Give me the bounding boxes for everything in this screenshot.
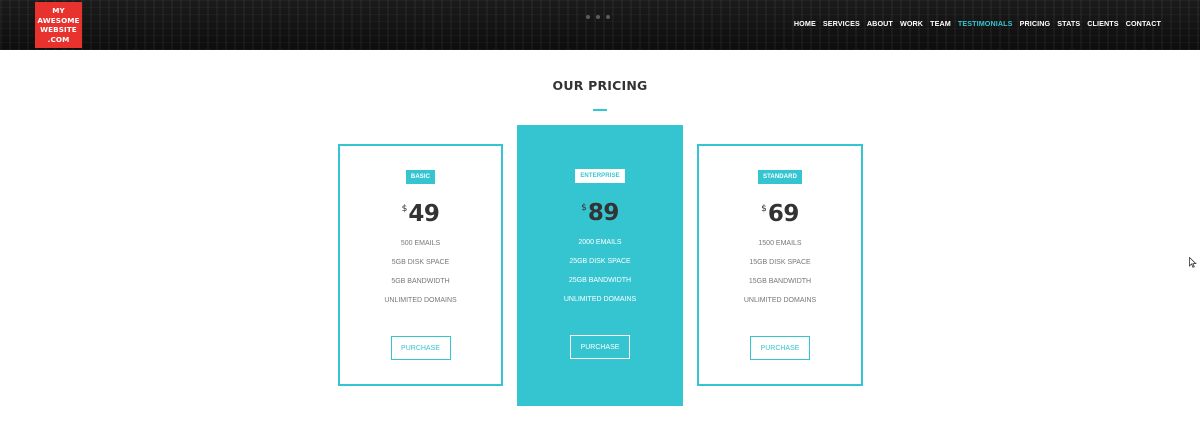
logo-text: MY AWESOME WEBSITE .COM <box>37 6 80 44</box>
purchase-button[interactable]: PURCHASE <box>570 335 630 359</box>
feature-item: 15GB BANDWIDTH <box>748 278 812 285</box>
feature-item: UNLIMITED DOMAINS <box>384 297 457 304</box>
currency-symbol: $ <box>581 203 587 213</box>
feature-item: UNLIMITED DOMAINS <box>743 297 817 304</box>
top-navbar: MY AWESOME WEBSITE .COM HOME SERVICES AB… <box>0 0 1200 50</box>
plan-price: $ 89 <box>581 200 619 226</box>
nav-item-stats[interactable]: STATS <box>1057 19 1080 29</box>
slider-dot[interactable] <box>606 15 610 19</box>
currency-symbol: $ <box>761 204 767 214</box>
purchase-button[interactable]: PURCHASE <box>750 336 810 360</box>
section-title: OUR PRICING <box>552 78 648 93</box>
nav-item-clients[interactable]: CLIENTS <box>1087 19 1118 29</box>
nav-item-pricing[interactable]: PRICING <box>1020 19 1051 29</box>
feature-item: 5GB BANDWIDTH <box>391 278 450 285</box>
main-nav: HOME SERVICES ABOUT WORK TEAM TESTIMONIA… <box>794 19 1161 29</box>
nav-item-contact[interactable]: CONTACT <box>1126 19 1161 29</box>
slider-dots <box>586 15 610 19</box>
slider-dot[interactable] <box>596 15 600 19</box>
plan-price: $ 49 <box>402 201 440 227</box>
plan-badge: BASIC <box>405 170 436 184</box>
feature-item: 1500 EMAILS <box>758 240 802 247</box>
title-underline <box>593 109 607 111</box>
pricing-card-standard: STANDARD $ 69 1500 EMAILS 15GB DISK SPAC… <box>697 144 863 386</box>
feature-list: 1500 EMAILS 15GB DISK SPACE 15GB BANDWID… <box>744 239 816 315</box>
purchase-button[interactable]: PURCHASE <box>390 336 451 360</box>
price-amount: 49 <box>408 201 440 227</box>
plan-badge: ENTERPRISE <box>575 169 625 183</box>
feature-item: 25GB DISK SPACE <box>569 258 631 265</box>
plan-price: $ 69 <box>761 201 799 227</box>
feature-item: 15GB DISK SPACE <box>749 259 811 266</box>
nav-item-about[interactable]: ABOUT <box>867 19 893 29</box>
feature-item: 5GB DISK SPACE <box>391 259 450 266</box>
plan-badge: STANDARD <box>757 170 803 184</box>
site-logo[interactable]: MY AWESOME WEBSITE .COM <box>35 2 82 48</box>
nav-item-services[interactable]: SERVICES <box>823 19 860 29</box>
pricing-card-enterprise: ENTERPRISE $ 89 2000 EMAILS 25GB DISK SP… <box>517 125 683 406</box>
feature-item: 25GB BANDWIDTH <box>568 277 632 284</box>
nav-item-work[interactable]: WORK <box>900 19 923 29</box>
feature-item: 500 EMAILS <box>400 240 441 247</box>
feature-item: 2000 EMAILS <box>578 239 622 246</box>
pricing-card-basic: BASIC $ 49 500 EMAILS 5GB DISK SPACE 5GB… <box>338 144 503 386</box>
feature-list: 500 EMAILS 5GB DISK SPACE 5GB BANDWIDTH … <box>384 239 456 315</box>
feature-list: 2000 EMAILS 25GB DISK SPACE 25GB BANDWID… <box>564 238 636 314</box>
currency-symbol: $ <box>401 204 408 214</box>
price-amount: 69 <box>767 201 800 227</box>
slider-dot[interactable] <box>586 15 590 19</box>
nav-item-testimonials[interactable]: TESTIMONIALS <box>958 19 1013 29</box>
price-amount: 89 <box>587 200 620 226</box>
nav-item-home[interactable]: HOME <box>794 19 816 29</box>
feature-item: UNLIMITED DOMAINS <box>563 296 637 303</box>
mouse-cursor-icon <box>1189 257 1197 268</box>
nav-item-team[interactable]: TEAM <box>930 19 951 29</box>
